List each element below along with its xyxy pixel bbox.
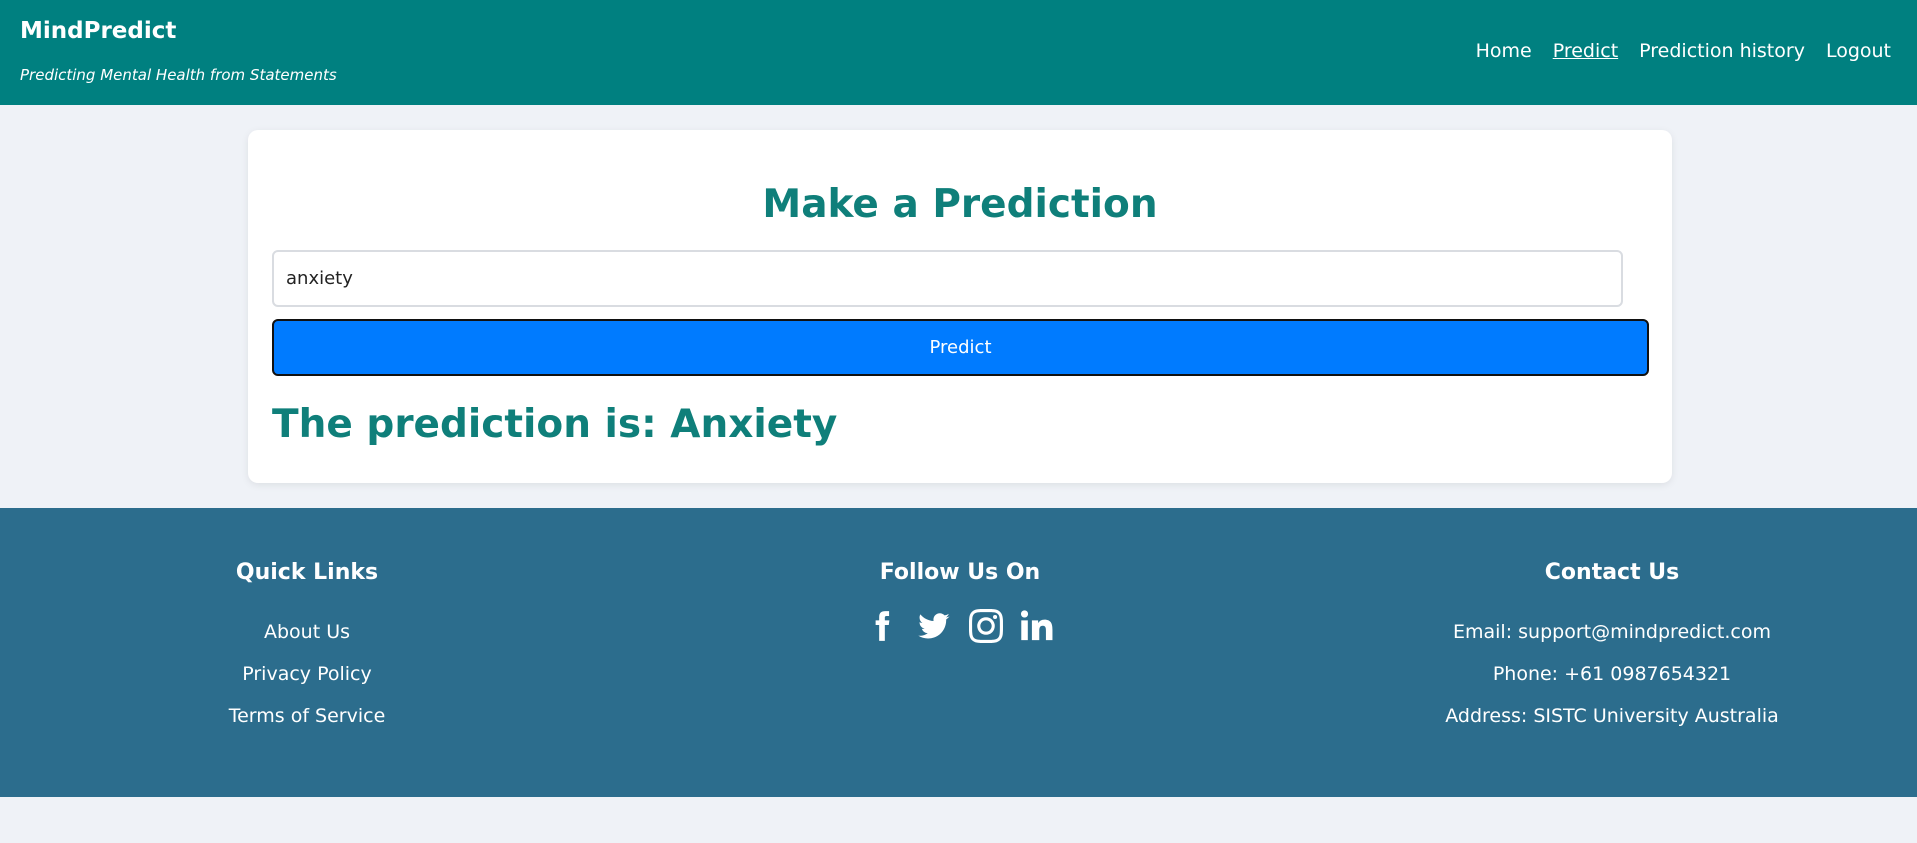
page-title: Make a Prediction [762, 182, 1158, 227]
statement-input[interactable] [272, 250, 1623, 307]
footer-link-privacy[interactable]: Privacy Policy [207, 653, 407, 695]
follow-title: Follow Us On [879, 560, 1041, 585]
twitter-icon[interactable] [917, 609, 951, 643]
footer-link-about[interactable]: About Us [207, 611, 407, 653]
contact-phone: Phone: +61 0987654321 [1492, 663, 1732, 685]
footer: Quick Links About Us Privacy Policy Term… [0, 508, 1917, 797]
quick-links-title: Quick Links [235, 560, 379, 585]
nav-logout[interactable]: Logout [1826, 40, 1891, 62]
brand-logo[interactable]: MindPredict [20, 18, 176, 44]
nav-home[interactable]: Home [1476, 40, 1532, 62]
main-nav: Home Predict Prediction history Logout [1476, 40, 1891, 62]
nav-predict[interactable]: Predict [1553, 40, 1618, 62]
contact-address: Address: SISTC University Australia [1445, 705, 1779, 727]
contact-title: Contact Us [1544, 560, 1680, 585]
quick-links-section: Quick Links About Us Privacy Policy Term… [207, 560, 407, 737]
tagline: Predicting Mental Health from Statements [20, 66, 337, 84]
instagram-icon[interactable] [969, 609, 1003, 643]
follow-section: Follow Us On [860, 560, 1060, 643]
facebook-icon[interactable] [865, 609, 899, 643]
contact-email: Email: support@mindpredict.com [1453, 621, 1771, 643]
prediction-card: Make a Prediction Predict The prediction… [248, 130, 1672, 483]
footer-link-terms[interactable]: Terms of Service [207, 695, 407, 737]
predict-button[interactable]: Predict [272, 319, 1649, 376]
header: MindPredict Predicting Mental Health fro… [0, 0, 1917, 105]
social-icons [860, 609, 1060, 643]
contact-section: Contact Us Email: support@mindpredict.co… [1412, 560, 1812, 737]
nav-prediction-history[interactable]: Prediction history [1639, 40, 1805, 62]
linkedin-icon[interactable] [1021, 609, 1055, 643]
prediction-result: The prediction is: Anxiety [272, 402, 838, 447]
